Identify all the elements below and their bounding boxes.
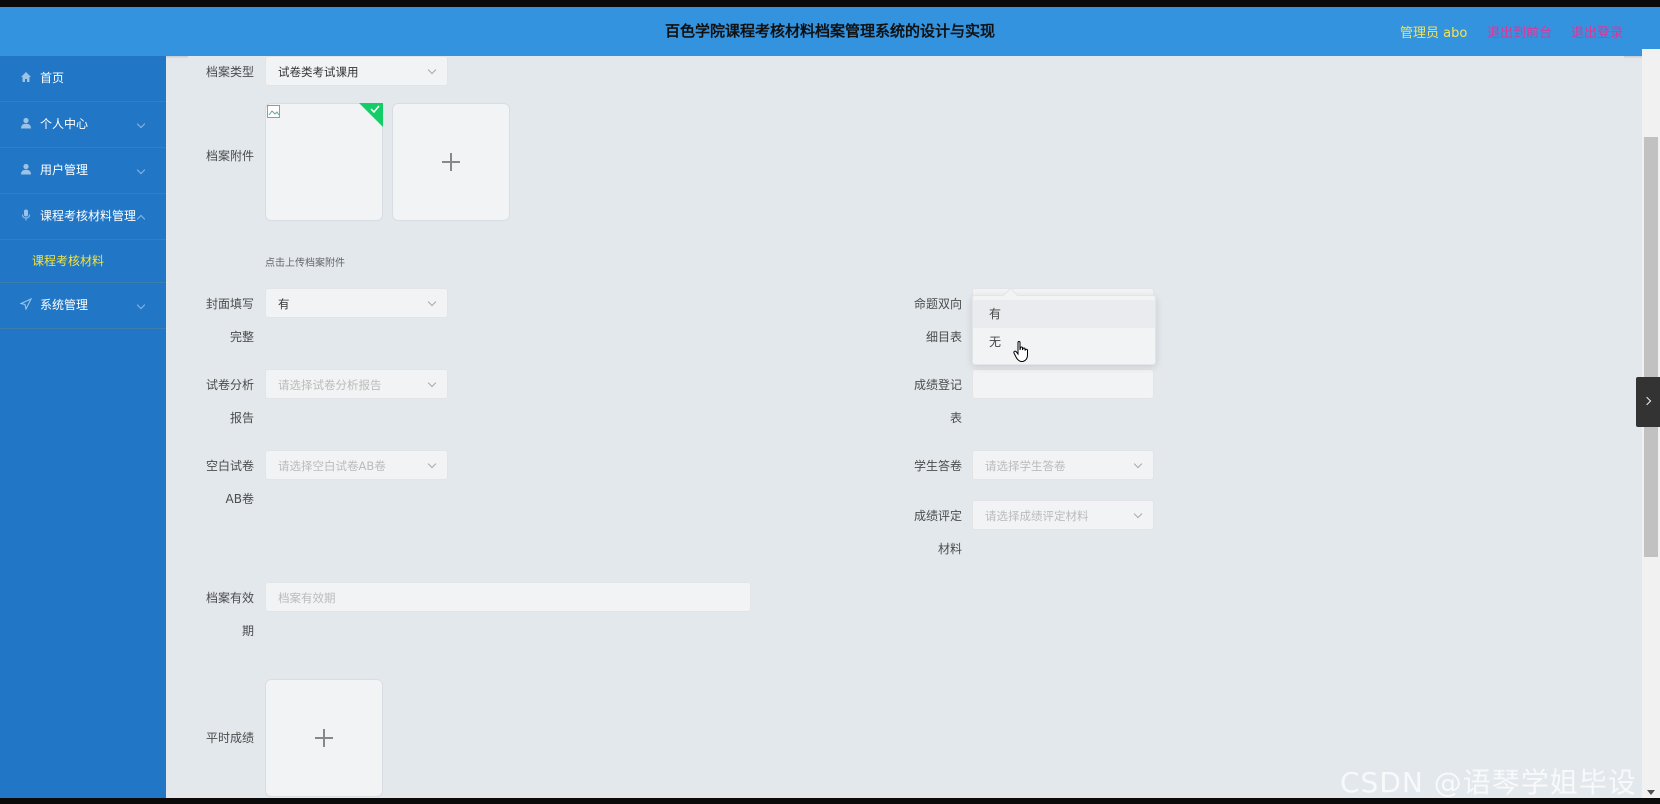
broken-image-icon <box>267 105 280 118</box>
chevron-down-icon <box>136 119 146 129</box>
chevron-down-icon <box>136 165 146 175</box>
side-expand-button[interactable] <box>1636 377 1660 427</box>
uploaded-file-thumbnail[interactable] <box>265 103 383 221</box>
archive-type-value: 试卷类考试课用 <box>278 65 359 79</box>
student-answers-select[interactable]: 请选择学生答卷 <box>972 450 1154 480</box>
chevron-down-icon <box>427 297 437 307</box>
send-icon <box>20 298 32 310</box>
grade-eval-label-2: 材料 <box>937 542 962 556</box>
upload-attachment-button[interactable] <box>392 103 510 221</box>
validity-label-2: 期 <box>241 624 254 638</box>
upload-hint: 点击上传档案附件 <box>265 258 345 269</box>
chevron-down-icon <box>1133 509 1143 519</box>
analysis-label: 试卷分析 <box>205 378 254 392</box>
grade-eval-label: 成绩评定 <box>913 509 962 523</box>
dropdown-option-yes[interactable]: 有 <box>973 300 1155 328</box>
attachment-label: 档案附件 <box>205 149 254 163</box>
top-header: 百色学院课程考核材料档案管理系统的设计与实现 管理员 abo 退出到前台 退出登… <box>0 7 1660 56</box>
sidebar-item-personal[interactable]: 个人中心 <box>0 102 166 148</box>
sidebar-item-label: 个人中心 <box>40 117 89 131</box>
bidirectional-label-2: 细目表 <box>925 330 962 344</box>
grade-register-select[interactable] <box>972 369 1154 399</box>
scrollbar-thumb[interactable] <box>1644 137 1658 557</box>
sidebar-subitem-course-material[interactable]: 课程考核材料 <box>0 240 166 283</box>
blank-paper-label-2: AB卷 <box>225 492 254 506</box>
plus-icon <box>315 729 333 747</box>
mic-icon <box>22 209 30 221</box>
dropdown-option-no[interactable]: 无 <box>973 328 1155 356</box>
validity-input[interactable]: 档案有效期 <box>265 582 751 612</box>
cover-label: 封面填写 <box>205 297 254 311</box>
sidebar-item-label: 首页 <box>40 71 65 85</box>
sidebar-item-users[interactable]: 用户管理 <box>0 148 166 194</box>
sidebar-subitem-label: 课程考核材料 <box>32 254 105 268</box>
cover-select[interactable]: 有 <box>265 288 448 318</box>
bidirectional-dropdown: 有 无 <box>972 287 1156 365</box>
chevron-down-icon <box>427 459 437 469</box>
cover-value: 有 <box>278 297 290 311</box>
analysis-select[interactable]: 请选择试卷分析报告 <box>265 369 448 399</box>
chevron-down-icon <box>427 65 437 75</box>
form-area: 档案类型 试卷类考试课用 档案附件 点击上传档案附件 封面填写 完整 有 命题双… <box>188 56 1624 798</box>
grade-eval-select[interactable]: 请选择成绩评定材料 <box>972 500 1154 530</box>
grade-register-label: 成绩登记 <box>913 378 962 392</box>
chevron-right-icon <box>1642 396 1652 406</box>
watermark: CSDN @语琴学姐毕设 <box>1340 766 1637 798</box>
app-window: 百色学院课程考核材料档案管理系统的设计与实现 管理员 abo 退出到前台 退出登… <box>0 7 1660 798</box>
blank-paper-select[interactable]: 请选择空白试卷AB卷 <box>265 450 448 480</box>
analysis-label-2: 报告 <box>229 411 254 425</box>
sidebar-item-course-materials[interactable]: 课程考核材料管理 <box>0 194 166 240</box>
chevron-down-icon <box>136 300 146 310</box>
logout-link[interactable]: 退出登录 <box>1571 22 1623 41</box>
sidebar-item-label: 系统管理 <box>40 298 89 312</box>
user-icon <box>21 163 31 175</box>
archive-type-select[interactable]: 试卷类考试课用 <box>265 56 448 86</box>
analysis-placeholder: 请选择试卷分析报告 <box>278 378 382 392</box>
blank-paper-label: 空白试卷 <box>205 459 254 473</box>
chevron-up-icon <box>136 214 146 224</box>
cover-label-2: 完整 <box>229 330 254 344</box>
blank-paper-placeholder: 请选择空白试卷AB卷 <box>278 459 386 473</box>
archive-type-label: 档案类型 <box>205 65 254 79</box>
grade-eval-placeholder: 请选择成绩评定材料 <box>985 509 1089 523</box>
student-answers-label: 学生答卷 <box>913 459 962 473</box>
student-answers-placeholder: 请选择学生答卷 <box>985 459 1066 473</box>
sidebar-item-label: 用户管理 <box>40 163 89 177</box>
bidirectional-label: 命题双向 <box>913 297 962 311</box>
sidebar: 首页 个人中心 用户管理 课程考核材料管理 课程考核材料 系统管理 <box>0 56 166 798</box>
validity-placeholder: 档案有效期 <box>278 591 336 605</box>
scroll-down-arrow-icon[interactable] <box>1646 789 1656 797</box>
validity-label: 档案有效 <box>205 591 254 605</box>
chevron-down-icon <box>427 378 437 388</box>
usual-score-label: 平时成绩 <box>205 731 254 745</box>
sidebar-item-home[interactable]: 首页 <box>0 56 166 102</box>
back-to-front-link[interactable]: 退出到前台 <box>1487 22 1552 41</box>
grade-register-label-2: 表 <box>949 411 962 425</box>
plus-icon <box>442 153 460 171</box>
upload-usual-score-button[interactable] <box>265 679 383 797</box>
chevron-down-icon <box>1133 459 1143 469</box>
user-icon <box>21 117 31 129</box>
check-corner-icon <box>359 103 383 127</box>
sidebar-item-system[interactable]: 系统管理 <box>0 283 166 329</box>
home-icon <box>21 72 31 82</box>
hand-cursor-icon <box>1013 341 1028 362</box>
admin-label: 管理员 abo <box>1400 26 1468 41</box>
sidebar-item-label: 课程考核材料管理 <box>40 209 137 223</box>
